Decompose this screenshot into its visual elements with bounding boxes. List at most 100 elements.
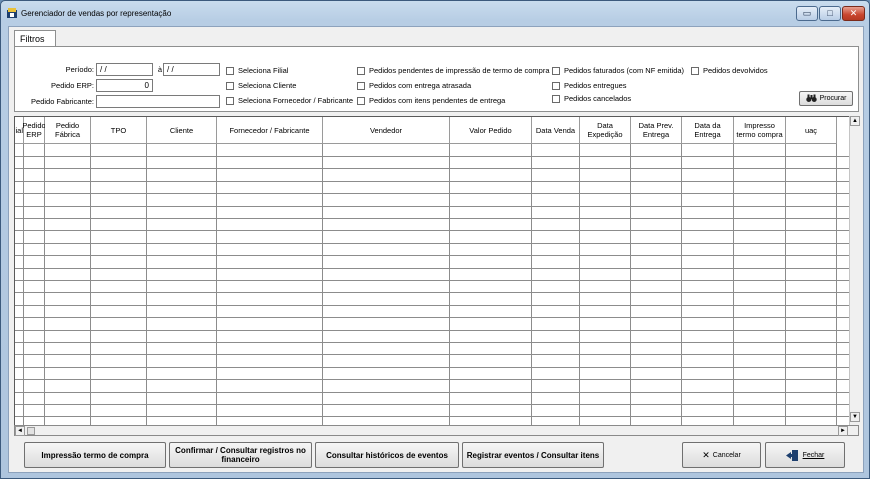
column-header[interactable]: Vendedor bbox=[323, 117, 450, 144]
check-label: Pedidos entregues bbox=[564, 81, 627, 90]
registrar-eventos-button[interactable]: Registrar eventos / Consultar itens bbox=[462, 442, 604, 468]
table-row[interactable] bbox=[15, 317, 849, 318]
check-label: Pedidos com entrega atrasada bbox=[369, 81, 472, 90]
scroll-thumb[interactable] bbox=[27, 427, 35, 435]
column-header[interactable]: uaç bbox=[786, 117, 837, 144]
scroll-left-icon[interactable]: ◄ bbox=[15, 426, 25, 436]
scroll-up-icon[interactable]: ▲ bbox=[850, 116, 860, 126]
column-header[interactable]: Data Venda bbox=[532, 117, 580, 144]
checkbox-icon bbox=[357, 66, 365, 75]
periodo-from-input[interactable]: / / bbox=[96, 63, 153, 76]
minimize-button[interactable]: ▭ bbox=[796, 6, 818, 21]
check-label: Pedidos devolvidos bbox=[703, 66, 768, 75]
column-header[interactable]: Impresso termo compra bbox=[734, 117, 786, 144]
column-header[interactable]: Data Expedição bbox=[580, 117, 631, 144]
binoculars-icon bbox=[805, 94, 817, 102]
table-row[interactable] bbox=[15, 181, 849, 182]
table-row[interactable] bbox=[15, 330, 849, 331]
column-header[interactable]: TPO bbox=[91, 117, 147, 144]
checkbox-icon bbox=[357, 96, 365, 105]
column-header[interactable]: Pedido ERP bbox=[22, 117, 46, 144]
tab-filtros[interactable]: Filtros bbox=[14, 30, 56, 47]
app-icon bbox=[7, 8, 17, 18]
window-title: Gerenciador de vendas por representação bbox=[21, 9, 172, 18]
check-seleciona-filial[interactable]: Seleciona Filial bbox=[226, 66, 288, 75]
horizontal-scrollbar[interactable]: ◄ ► bbox=[14, 425, 859, 436]
scroll-right-icon[interactable]: ► bbox=[838, 426, 848, 436]
column-header[interactable]: Valor Pedido bbox=[450, 117, 532, 144]
cancelar-label: Cancelar bbox=[712, 451, 741, 459]
table-row[interactable] bbox=[15, 280, 849, 281]
impressao-termo-button[interactable]: Impressão termo de compra bbox=[24, 442, 166, 468]
check-label: Seleciona Filial bbox=[238, 66, 289, 75]
main-window: Gerenciador de vendas por representação … bbox=[0, 0, 870, 479]
check-label: Seleciona Cliente bbox=[238, 81, 297, 90]
column-header[interactable]: Fornecedor / Fabricante bbox=[217, 117, 323, 144]
check-label: Pedidos com itens pendentes de entrega bbox=[369, 96, 506, 105]
pedido-fabricante-input[interactable] bbox=[96, 95, 220, 108]
fechar-button[interactable]: Fechar bbox=[765, 442, 845, 468]
checkbox-icon bbox=[691, 66, 699, 75]
column-header[interactable]: Cliente bbox=[147, 117, 217, 144]
checkbox-icon bbox=[552, 66, 560, 75]
close-icon: ✕ bbox=[849, 8, 858, 18]
table-row[interactable] bbox=[15, 305, 849, 306]
check-label: Pedidos pendentes de impressão de termo … bbox=[369, 66, 550, 75]
cancelar-button[interactable]: ✕ Cancelar bbox=[682, 442, 761, 468]
table-row[interactable] bbox=[15, 342, 849, 343]
check-pend-impressao[interactable]: Pedidos pendentes de impressão de termo … bbox=[357, 66, 550, 75]
periodo-label: Período: bbox=[65, 65, 94, 74]
client-area: Filtros Período: / / à / / Pedido ERP: 0… bbox=[8, 26, 864, 473]
vertical-scrollbar[interactable]: ▲ ▼ bbox=[849, 116, 860, 436]
table-row[interactable] bbox=[15, 416, 849, 417]
table-row[interactable] bbox=[15, 168, 849, 169]
table-row[interactable] bbox=[15, 230, 849, 231]
table-row[interactable] bbox=[15, 379, 849, 380]
table-row[interactable] bbox=[15, 392, 849, 393]
checkbox-icon bbox=[552, 81, 560, 90]
table-row[interactable] bbox=[15, 206, 849, 207]
table-row[interactable] bbox=[15, 292, 849, 293]
procurar-button[interactable]: Procurar bbox=[799, 91, 853, 106]
check-entrega-atrasada[interactable]: Pedidos com entrega atrasada bbox=[357, 81, 471, 90]
periodo-to-input[interactable]: / / bbox=[163, 63, 220, 76]
check-devolvidos[interactable]: Pedidos devolvidos bbox=[691, 66, 768, 75]
pedido-fabricante-label: Pedido Fabricante: bbox=[31, 97, 94, 106]
column-header[interactable]: Data da Entrega bbox=[682, 117, 734, 144]
check-faturados[interactable]: Pedidos faturados (com NF emitida) bbox=[552, 66, 684, 75]
table-row[interactable] bbox=[15, 193, 849, 194]
table-row[interactable] bbox=[15, 367, 849, 368]
pedido-erp-input[interactable]: 0 bbox=[96, 79, 153, 92]
column-header[interactable]: Data Prev. Entrega bbox=[631, 117, 682, 144]
check-label: Pedidos faturados (com NF emitida) bbox=[564, 66, 685, 75]
close-button[interactable]: ✕ bbox=[842, 6, 865, 21]
table-row[interactable] bbox=[15, 156, 849, 157]
filters-panel: Período: / / à / / Pedido ERP: 0 Pedido … bbox=[14, 46, 859, 112]
cancel-icon: ✕ bbox=[702, 449, 710, 460]
column-header[interactable]: Pedido Fábrica bbox=[45, 117, 91, 144]
checkbox-icon bbox=[226, 96, 234, 105]
exit-door-icon bbox=[785, 449, 798, 461]
table-row[interactable] bbox=[15, 255, 849, 256]
checkbox-icon bbox=[552, 94, 560, 103]
check-itens-pendentes[interactable]: Pedidos com itens pendentes de entrega bbox=[357, 96, 505, 105]
consultar-historicos-button[interactable]: Consultar históricos de eventos bbox=[315, 442, 459, 468]
scroll-down-icon[interactable]: ▼ bbox=[850, 412, 860, 422]
maximize-button[interactable]: □ bbox=[819, 6, 841, 21]
table-row[interactable] bbox=[15, 243, 849, 244]
procurar-label: Procurar bbox=[819, 95, 847, 102]
table-row[interactable] bbox=[15, 404, 849, 405]
title-bar: Gerenciador de vendas por representação … bbox=[1, 1, 869, 25]
table-row[interactable] bbox=[15, 218, 849, 219]
orders-grid[interactable]: FilialPedido ERPPedido FábricaTPOCliente… bbox=[14, 116, 859, 436]
check-cancelados[interactable]: Pedidos cancelados bbox=[552, 94, 631, 103]
checkbox-icon bbox=[226, 81, 234, 90]
check-label: Pedidos cancelados bbox=[564, 94, 632, 103]
table-row[interactable] bbox=[15, 268, 849, 269]
check-seleciona-cliente[interactable]: Seleciona Cliente bbox=[226, 81, 296, 90]
check-entregues[interactable]: Pedidos entregues bbox=[552, 81, 627, 90]
maximize-icon: □ bbox=[827, 8, 833, 18]
confirmar-financeiro-button[interactable]: Confirmar / Consultar registros no finan… bbox=[169, 442, 312, 468]
check-seleciona-fornecedor[interactable]: Seleciona Fornecedor / Fabricante bbox=[226, 96, 353, 105]
table-row[interactable] bbox=[15, 354, 849, 355]
